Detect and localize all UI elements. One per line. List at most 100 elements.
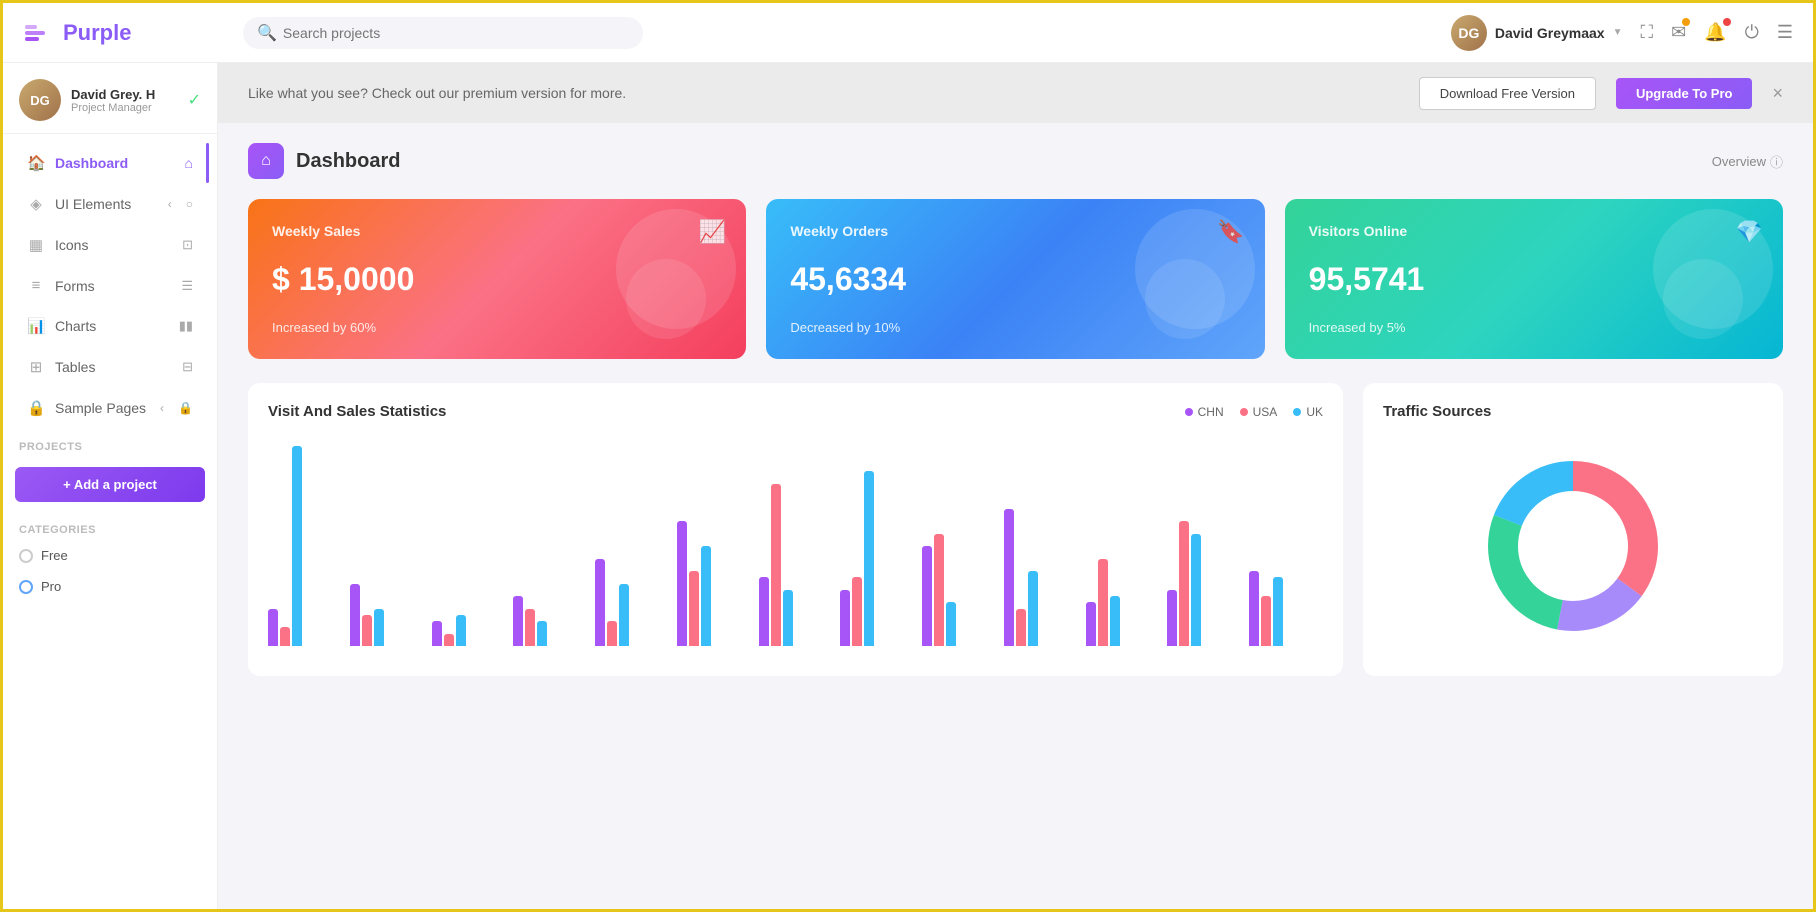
bar [1273,577,1283,646]
charts-icon: 📊 [27,317,45,335]
visit-chart-header: Visit And Sales Statistics CHN USA [268,403,1323,420]
page-title-area: ⌂ Dashboard [248,143,400,179]
sales-label: Weekly Sales [272,223,722,239]
sidebar-role: Project Manager [71,102,178,114]
legend-uk: UK [1293,405,1323,419]
bar [374,609,384,647]
orders-change: Decreased by 10% [790,320,1240,335]
charts-row: Visit And Sales Statistics CHN USA [248,383,1783,676]
bar [783,590,793,646]
bell-icon[interactable]: 🔔 [1704,22,1726,43]
bar [619,584,629,647]
icons-icon: ▦ [27,236,45,254]
sidebar-item-charts[interactable]: 📊 Charts ▮▮ [11,306,209,346]
page-header: ⌂ Dashboard Overview ⓘ [248,143,1783,179]
sales-change: Increased by 60% [272,320,722,335]
bar [840,590,850,646]
bar-chart [268,436,1323,656]
check-icon: ✓ [188,90,201,110]
bar [1016,609,1026,647]
bar [922,546,932,646]
bar [771,484,781,647]
visit-chart-title: Visit And Sales Statistics [268,403,446,420]
stat-card-orders: 🔖 Weekly Orders 45,6334 Decreased by 10% [766,199,1264,359]
bar [444,634,454,647]
search-area[interactable]: 🔍 [243,17,643,49]
sidebar-user-info: David Grey. H Project Manager [71,87,178,114]
category-pro[interactable]: Pro [3,571,217,602]
tables-icon: ⊞ [27,358,45,376]
bar-group [513,596,587,646]
sidebar-item-label: Charts [55,318,96,334]
bar-group [1167,521,1241,646]
bar [280,627,290,646]
chevron-left-icon2: ‹ [160,401,164,415]
barchart-icon: ▮▮ [179,318,193,334]
search-input[interactable] [283,25,629,41]
overview-text: Overview ⓘ [1712,152,1783,171]
dashboard-body: ⌂ Dashboard Overview ⓘ 📈 Weekly Sales $ … [218,123,1813,696]
category-free[interactable]: Free [3,540,217,571]
sidebar-item-label: Forms [55,278,95,294]
sidebar-item-label: UI Elements [55,196,131,212]
bar-group [922,534,996,647]
ui-elements-icon: ◈ [27,195,45,213]
sidebar-item-sample-pages[interactable]: 🔒 Sample Pages ‹ 🔒 [11,388,209,428]
bar [1098,559,1108,647]
banner-text: Like what you see? Check out our premium… [248,85,1399,101]
bar [525,609,535,647]
bar-group [1004,509,1078,647]
radio-pro [19,580,33,594]
bar-group [268,446,342,646]
user-name: David Greymaax [1495,25,1605,41]
sidebar-username: David Grey. H [71,87,178,102]
expand-icon[interactable]: ⛶ [1640,22,1653,43]
menu-icon[interactable]: ☰ [1777,22,1793,43]
bar [607,621,617,646]
sidebar-item-tables[interactable]: ⊞ Tables ⊟ [11,347,209,387]
page-title: Dashboard [296,150,400,173]
traffic-chart-title: Traffic Sources [1383,403,1491,420]
categories-section-label: Categories [3,512,217,540]
chart-legend: CHN USA UK [1185,405,1323,419]
upgrade-pro-button[interactable]: Upgrade To Pro [1616,78,1753,109]
add-project-button[interactable]: + Add a project [15,467,205,502]
bar [1249,571,1259,646]
category-free-label: Free [41,548,68,563]
sidebar-item-dashboard[interactable]: 🏠 Dashboard ⌂ [11,143,209,183]
stat-card-sales: 📈 Weekly Sales $ 15,0000 Increased by 60… [248,199,746,359]
sidebar-item-forms[interactable]: ≡ Forms ☰ [11,266,209,305]
lock-icon: 🔒 [178,401,193,415]
logo-icon [23,17,55,49]
avatar: DG [1451,15,1487,51]
info-icon: ⓘ [1770,152,1783,171]
user-menu[interactable]: DG David Greymaax ▼ [1451,15,1623,51]
bar [268,609,278,647]
bar [1110,596,1120,646]
donut-chart-container [1383,436,1763,656]
download-free-button[interactable]: Download Free Version [1419,77,1596,110]
donut-center [1523,496,1623,596]
close-icon[interactable]: × [1772,83,1783,104]
visitors-change: Increased by 5% [1309,320,1759,335]
dashboard-icon: ⌂ [248,143,284,179]
list-icon: ☰ [181,278,193,294]
bar [946,602,956,646]
sidebar-item-ui-elements[interactable]: ◈ UI Elements ‹ ○ [11,184,209,224]
grid-icon: ⊡ [182,237,193,253]
topbar-right: DG David Greymaax ▼ ⛶ ✉ 🔔 ⏻ ☰ [1451,15,1793,51]
sidebar-item-label: Sample Pages [55,400,146,416]
sidebar-item-icons[interactable]: ▦ Icons ⊡ [11,225,209,265]
bar-group [677,521,751,646]
sidebar-user-profile: DG David Grey. H Project Manager ✓ [3,63,217,134]
power-icon[interactable]: ⏻ [1745,22,1759,43]
table-icon: ⊟ [182,359,193,375]
bar [362,615,372,646]
topbar: Purple 🔍 DG David Greymaax ▼ ⛶ ✉ 🔔 ⏻ ☰ [3,3,1813,63]
mail-badge [1682,18,1690,26]
sidebar-item-label: Tables [55,359,95,375]
orders-label: Weekly Orders [790,223,1240,239]
mail-icon[interactable]: ✉ [1671,22,1686,43]
radio-free [19,549,33,563]
main-content: Like what you see? Check out our premium… [218,63,1813,909]
